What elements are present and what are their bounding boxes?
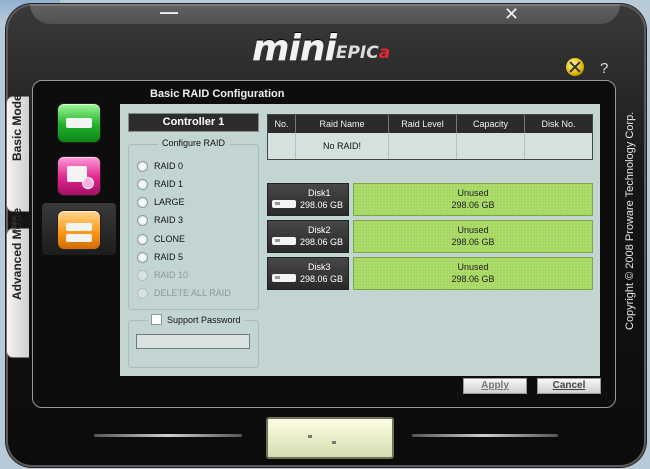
disk-bar-1[interactable]: Unused 298.06 GB — [353, 183, 593, 216]
disk-button-3[interactable]: Disk3 298.06 GB — [267, 257, 349, 290]
radio-raid0[interactable]: RAID 0 — [137, 160, 183, 172]
radio-icon — [137, 269, 148, 281]
close-button[interactable]: ✕ — [504, 5, 519, 23]
decor-line-right — [412, 434, 558, 437]
logo-sub-text: EPICa — [335, 43, 391, 63]
raid-settings-icon[interactable] — [58, 211, 100, 249]
hard-disk-icon — [272, 237, 296, 245]
radio-clone[interactable]: CLONE — [137, 233, 185, 245]
radio-icon — [137, 214, 148, 226]
panel-title: Basic RAID Configuration — [150, 88, 285, 100]
radio-raid10: RAID 10 — [137, 269, 188, 281]
support-password-label: Support Password — [167, 314, 241, 325]
col-capacity: Capacity — [457, 115, 525, 133]
tab-basic-mode[interactable]: Basic Mode — [6, 94, 29, 212]
radio-large[interactable]: LARGE — [137, 196, 185, 208]
disk-bar-3[interactable]: Unused 298.06 GB — [353, 257, 593, 290]
table-empty-text: No RAID! — [296, 133, 389, 159]
app-logo: miniEPICa — [252, 28, 391, 69]
disk-row-3: Disk3 298.06 GB Unused 298.06 GB — [267, 257, 593, 290]
raid-table-header: No. Raid Name Raid Level Capacity Disk N… — [268, 115, 592, 133]
lcd-display — [266, 417, 394, 459]
mode-tabs: Basic Mode Advanced Mode — [6, 94, 32, 358]
controller-select[interactable]: Controller 1 — [128, 113, 259, 132]
radio-icon — [137, 251, 148, 263]
col-raid-name: Raid Name — [296, 115, 389, 133]
radio-raid1[interactable]: RAID 1 — [137, 178, 183, 190]
support-password-row: Support Password — [148, 314, 244, 325]
disk-row-2: Disk2 298.06 GB Unused 298.06 GB — [267, 220, 593, 253]
apply-button[interactable]: Apply — [463, 378, 527, 394]
tab-advanced-label: Advanced Mode — [10, 207, 24, 300]
configure-raid-legend: Configure RAID — [158, 138, 230, 148]
col-raid-level: Raid Level — [389, 115, 457, 133]
disk-button-1[interactable]: Disk1 298.06 GB — [267, 183, 349, 216]
tab-basic-label: Basic Mode — [10, 94, 24, 161]
radio-icon — [137, 287, 148, 299]
action-bar: Apply Cancel — [32, 376, 614, 400]
radio-icon — [137, 233, 148, 245]
col-disk-no: Disk No. — [541, 119, 576, 129]
drive-icon[interactable] — [58, 104, 100, 142]
minimize-button[interactable]: — — [160, 3, 178, 21]
hard-disk-icon — [272, 274, 296, 282]
window-top-strip — [30, 4, 620, 24]
table-cell — [268, 133, 296, 159]
hard-disk-icon — [272, 200, 296, 208]
radio-icon — [137, 196, 148, 208]
logo-main-text: mini — [252, 28, 337, 69]
cancel-button[interactable]: Cancel — [537, 378, 601, 394]
table-cell — [457, 133, 525, 159]
decor-line-left — [94, 434, 242, 437]
radio-raid3[interactable]: RAID 3 — [137, 214, 183, 226]
radio-icon — [137, 178, 148, 190]
monitor-icon[interactable] — [58, 157, 100, 195]
help-icon[interactable]: ? — [600, 60, 608, 77]
tab-divider-mark: mini — [11, 217, 18, 230]
disk-button-2[interactable]: Disk2 298.06 GB — [267, 220, 349, 253]
col-no: No. — [268, 115, 296, 133]
table-cell — [525, 133, 592, 159]
disk-row-1: Disk1 298.06 GB Unused 298.06 GB — [267, 183, 593, 216]
tools-icon[interactable] — [566, 58, 584, 76]
radio-delete-all-raid: DELETE ALL RAID — [137, 287, 231, 299]
raid-table: No. Raid Name Raid Level Capacity Disk N… — [267, 114, 593, 160]
support-password-checkbox[interactable] — [151, 314, 162, 325]
disk-bar-2[interactable]: Unused 298.06 GB — [353, 220, 593, 253]
password-input[interactable] — [136, 334, 250, 349]
radio-raid5[interactable]: RAID 5 — [137, 251, 183, 263]
copyright-text: Copyright © 2008 Proware Technology Corp… — [624, 111, 636, 330]
radio-icon — [137, 160, 148, 172]
tab-advanced-mode[interactable]: Advanced Mode — [6, 207, 29, 358]
table-cell — [389, 133, 457, 159]
